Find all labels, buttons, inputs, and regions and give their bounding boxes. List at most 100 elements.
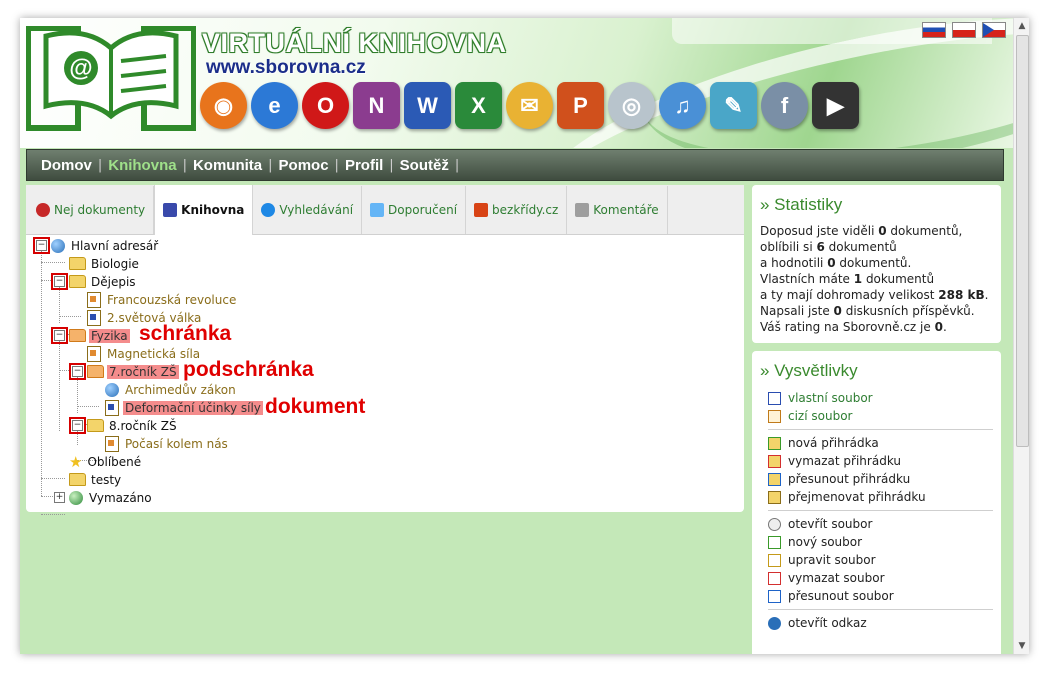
stats-line: a hodnotili 0 dokumentů. (760, 255, 993, 271)
tree-node-dejepis[interactable]: Dějepis (69, 273, 138, 290)
tab-2[interactable]: Knihovna (154, 185, 254, 235)
tree-node-8rocnik[interactable]: 8.ročník ZŠ (87, 417, 179, 434)
own-file-icon (105, 399, 119, 416)
tree-label-7rocnik: 7.ročník ZŠ (107, 364, 179, 379)
tree-node-biologie[interactable]: Biologie (69, 255, 141, 272)
legend-label: upravit soubor (788, 553, 876, 567)
tree-label-deformacni: Deformační účinky síly (123, 400, 263, 415)
excel-icon: X (455, 82, 502, 129)
nav-profil[interactable]: Profil (339, 157, 389, 174)
nav-komunita[interactable]: Komunita (187, 157, 268, 174)
tree-node-pocasi[interactable]: Počasí kolem nás (105, 435, 230, 452)
scroll-thumb[interactable] (1016, 35, 1029, 447)
nav-pomoc[interactable]: Pomoc (273, 157, 335, 174)
tree-node-francouzska[interactable]: Francouzská revoluce (87, 291, 238, 308)
stats-text: dokumentů (824, 240, 897, 254)
legend-label: nová přihrádka (788, 436, 879, 450)
firefox-icon: ◉ (200, 82, 247, 129)
legend-item: nový soubor (752, 533, 1001, 551)
folder-icon (69, 275, 86, 288)
tab-5[interactable]: bezkřídy.cz (466, 186, 568, 234)
root-folder-icon (51, 238, 65, 253)
annotation-dokument: dokument (265, 395, 366, 418)
flag-polish-icon[interactable] (952, 22, 976, 38)
stats-value: 0 (827, 256, 836, 270)
stats-line: Doposud jste viděli 0 dokumentů, (760, 223, 993, 239)
flag-slovak-icon[interactable] (922, 22, 946, 38)
scroll-up-icon[interactable]: ▲ (1014, 18, 1029, 34)
legend-item: otevřít soubor (752, 515, 1001, 533)
rename-folder-icon (768, 490, 781, 504)
book-icon (163, 203, 178, 217)
expand-vymazano-toggle[interactable]: + (54, 492, 65, 503)
magnifier-icon (261, 203, 276, 217)
stats-text: oblíbili si (760, 240, 817, 254)
avi-video-icon: ▶ (812, 82, 859, 129)
nav-soutez[interactable]: Soutěž (394, 157, 455, 174)
legend-label: otevřít odkaz (788, 616, 867, 630)
tab-1[interactable]: Nej dokumenty (28, 186, 155, 234)
feather-icon: ✎ (710, 82, 757, 129)
collapse-8rocnik-toggle[interactable]: − (69, 417, 86, 434)
tree-node-vymazano[interactable]: Vymazáno (69, 489, 154, 506)
tree-label-root: Hlavní adresář (71, 238, 159, 253)
tree-node-7rocnik[interactable]: 7.ročník ZŠ (87, 363, 179, 380)
legend-label: přesunout přihrádku (788, 472, 911, 486)
house-icon (474, 203, 489, 217)
tree-label-vymazano: Vymazáno (89, 490, 152, 505)
tree-node-root[interactable]: Hlavní adresář (51, 237, 160, 254)
tab-4[interactable]: Doporučení (362, 186, 467, 234)
tab-6[interactable]: Komentáře (567, 186, 668, 234)
stats-text: Doposud jste viděli (760, 224, 879, 238)
legend-title: » Vysvětlivky (760, 361, 858, 380)
library-panel: Nej dokumenty Knihovna Vyhledávání Doporuče… (26, 185, 744, 515)
tab-label: Nej dokumenty (54, 203, 146, 217)
collapse-fyzika-toggle[interactable]: − (51, 327, 68, 344)
delete-file-icon (768, 571, 781, 585)
stats-line: Napsali jste 0 diskusních příspěvků. (760, 303, 993, 319)
tree-label-francouzska: Francouzská revoluce (107, 292, 237, 307)
legend-item: upravit soubor (752, 551, 1001, 569)
legend-label: vymazat přihrádku (788, 454, 901, 468)
scroll-down-icon[interactable]: ▼ (1014, 638, 1029, 654)
nav-domov[interactable]: Domov (35, 157, 98, 174)
stats-text: Napsali jste (760, 304, 834, 318)
legend-divider (768, 510, 993, 511)
tab-3[interactable]: Vyhledávání (253, 186, 363, 234)
tree-node-archimeduv[interactable]: Archimedův zákon (105, 381, 238, 398)
tree-node-oblibene[interactable]: ★ Oblíbené (69, 452, 143, 471)
tree-node-deformacni[interactable]: Deformační účinky síly (105, 399, 263, 416)
recycle-bin-icon (69, 490, 83, 505)
stats-text: a ty mají dohromady velikost (760, 288, 939, 302)
legend-item[interactable]: vlastní soubor (752, 389, 1001, 407)
own-file-icon (768, 391, 781, 405)
tree-label-biologie: Biologie (91, 256, 139, 271)
delete-folder-icon (768, 454, 781, 468)
legend-item[interactable]: cizí soubor (752, 407, 1001, 425)
stats-value: 0 (934, 320, 943, 334)
nav-knihovna[interactable]: Knihovna (102, 157, 182, 174)
new-folder-icon (768, 436, 781, 450)
tree-node-fyzika[interactable]: Fyzika (69, 327, 130, 344)
onenote-icon: N (353, 82, 400, 129)
stats-value: 288 kB (938, 288, 985, 302)
stats-line: Vlastních máte 1 dokumentů (760, 271, 993, 287)
outlook-icon: ✉ (506, 82, 553, 129)
legend-item: otevřít odkaz (752, 614, 1001, 632)
stats-text: Vlastních máte (760, 272, 854, 286)
stats-value: 0 (833, 304, 842, 318)
star-icon: ★ (69, 452, 83, 471)
collapse-root-toggle[interactable]: − (33, 237, 50, 254)
legend-divider (768, 609, 993, 610)
tree-node-testy[interactable]: testy (69, 471, 123, 488)
site-url[interactable]: www.sborovna.cz (206, 57, 366, 79)
legend-item: přesunout soubor (752, 587, 1001, 605)
folder-icon (69, 473, 86, 486)
flag-czech-icon[interactable] (982, 22, 1006, 38)
foreign-file-icon (105, 435, 119, 452)
collapse-7rocnik-toggle[interactable]: − (69, 363, 86, 380)
legend-label: vymazat soubor (788, 571, 885, 585)
collapse-dejepis-toggle[interactable]: − (51, 273, 68, 290)
page-scrollbar[interactable]: ▲ ▼ (1013, 18, 1029, 654)
language-flags (922, 22, 1006, 38)
